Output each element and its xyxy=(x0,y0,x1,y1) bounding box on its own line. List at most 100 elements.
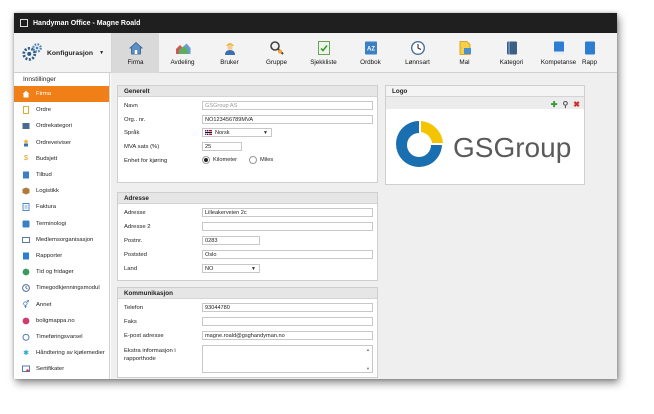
sidebar-item-ordrekategori[interactable]: Ordrekategori xyxy=(14,118,109,134)
radio-selected-icon xyxy=(202,156,210,164)
sidebar-item-label: Tid og fridager xyxy=(36,269,74,276)
norway-flag-icon xyxy=(205,130,212,135)
tab-avdeling[interactable]: Avdeling xyxy=(159,33,206,73)
language-select[interactable]: Norsk ▼ xyxy=(202,128,272,137)
tab-gruppe[interactable]: Gruppe xyxy=(253,33,300,73)
tab-ordbok[interactable]: AZ Ordbok xyxy=(347,33,394,73)
configuration-label: Konfigurasjon xyxy=(47,49,94,57)
sidebar-item-medlemsorganisasjon[interactable]: Medlemsorganisasjon xyxy=(14,232,109,248)
snowflake-icon: ✱ xyxy=(23,349,29,357)
blue-book-icon xyxy=(553,41,564,55)
radio-label: Miles xyxy=(260,157,274,163)
sidebar-item-label: Timegodkjenningsmodul xyxy=(36,285,100,292)
app-icon xyxy=(20,19,28,27)
kilometer-radio[interactable]: Kilometer xyxy=(202,156,237,164)
panel-title: Adresse xyxy=(118,193,377,204)
email-input[interactable]: magne.roald@gsghandyman.no xyxy=(202,331,373,340)
worker-icon xyxy=(224,43,235,55)
sidebar-item-faktura[interactable]: Faktura xyxy=(14,199,109,215)
tab-kategori[interactable]: Kategori xyxy=(488,33,535,73)
city-input[interactable]: Oslo xyxy=(202,250,373,259)
org-number-input[interactable]: NO123456789MVA xyxy=(202,115,373,124)
field-label: Enhet for kjøring xyxy=(124,158,168,164)
phone-input[interactable]: 93044780 xyxy=(202,303,373,312)
field-label: Adresse 2 xyxy=(124,224,151,230)
tab-sjekkliste[interactable]: Sjekkliste xyxy=(300,33,347,73)
sidebar-item-ordreveiviser[interactable]: Ordreveiviser xyxy=(14,135,109,151)
fax-input[interactable] xyxy=(202,317,373,326)
tab-kompetanse[interactable]: Kompetanse xyxy=(535,33,582,73)
address2-input[interactable] xyxy=(202,222,373,231)
search-icon[interactable]: ⚲ xyxy=(562,100,568,109)
sidebar-item-tid-og-fridager[interactable]: Tid og fridager xyxy=(14,264,109,280)
company-name-input[interactable]: GSGroup AS xyxy=(202,101,373,110)
tab-label: Ordbok xyxy=(360,59,381,66)
miles-radio[interactable]: Miles xyxy=(249,156,273,164)
tab-lonnsart[interactable]: Lønnsart xyxy=(394,33,441,73)
invoice-icon xyxy=(22,203,30,212)
sidebar-item-budsjett[interactable]: $ Budsjett xyxy=(14,151,109,167)
logo-wordmark: GSGroup xyxy=(453,132,571,163)
tab-label: Kompetanse xyxy=(540,59,577,66)
membership-icon xyxy=(22,236,30,244)
tab-label: Kategori xyxy=(499,59,524,66)
sidebar-item-label: Ordreveiviser xyxy=(36,139,72,146)
category-icon xyxy=(22,122,30,130)
logo-panel: Logo ✚ ⚲ ✖ GSGroup xyxy=(385,85,585,185)
delete-icon[interactable]: ✖ xyxy=(573,100,580,109)
sidebar-item-tilbud[interactable]: Tilbud xyxy=(14,167,109,183)
scroll-up-icon[interactable]: ▲ xyxy=(366,347,370,352)
sidebar-item-sertifikater[interactable]: Sertifikater xyxy=(14,361,109,377)
extra-info-textarea[interactable]: ▲ ▼ xyxy=(202,345,373,373)
sidebar-item-label: Ordrekategori xyxy=(36,123,73,130)
sidebar-item-label: Sertifikater xyxy=(36,366,65,373)
tab-label: Firma xyxy=(127,59,144,66)
wizard-icon xyxy=(22,139,30,147)
tab-firma[interactable]: Firma xyxy=(112,33,159,73)
sidebar-item-boligmappa[interactable]: boligmappa.no xyxy=(14,313,109,329)
tab-label: Mal xyxy=(459,59,470,66)
sidebar-item-kjolemedier[interactable]: ✱ Håndtering av kjølemedier xyxy=(14,345,109,361)
calendar-icon xyxy=(22,268,30,276)
chevron-down-icon: ▼ xyxy=(251,266,256,272)
boligmappa-icon xyxy=(22,317,30,325)
generelt-panel: Generelt Navn GSGroup AS Org.. nr. NO123… xyxy=(117,85,378,183)
add-icon[interactable]: ✚ xyxy=(551,100,558,109)
sidebar-item-terminologi[interactable]: Terminologi xyxy=(14,216,109,232)
tab-label: Lønnsart xyxy=(405,59,430,66)
checklist-icon xyxy=(317,41,330,55)
tab-rapp[interactable]: Rapp xyxy=(582,33,602,73)
house-icon xyxy=(128,41,143,55)
sidebar-item-ordre[interactable]: Ordre xyxy=(14,102,109,118)
houses-icon xyxy=(175,43,190,54)
settings-sidebar: Innstillinger Firma Ordre Ordrekategori … xyxy=(14,73,110,379)
vat-rate-input[interactable]: 25 xyxy=(202,142,242,151)
postal-code-input[interactable]: 0283 xyxy=(202,236,260,245)
toolbar: Konfigurasjon ▼ Firma Avdeling Bruker Gr… xyxy=(14,33,617,73)
tab-mal[interactable]: Mal xyxy=(441,33,488,73)
gears-icon xyxy=(22,43,42,61)
budget-icon: $ xyxy=(24,155,28,163)
sidebar-item-annet[interactable]: ⚥ Annet xyxy=(14,296,109,312)
sidebar-item-logistikk[interactable]: Logistikk xyxy=(14,183,109,199)
panel-title: Kommunikasjon xyxy=(118,288,377,299)
dictionary-icon: AZ xyxy=(364,41,377,55)
sidebar-item-timeforingsvarsel[interactable]: Timeføringsvarsel xyxy=(14,329,109,345)
country-select[interactable]: NO ▼ xyxy=(202,264,260,273)
sidebar-item-firma[interactable]: Firma xyxy=(14,86,109,103)
field-label: E-post adresse xyxy=(124,333,164,339)
field-label: Poststed xyxy=(124,252,147,258)
country-value: NO xyxy=(205,265,214,272)
report-icon xyxy=(585,41,595,55)
book-icon xyxy=(506,41,517,55)
tab-bruker[interactable]: Bruker xyxy=(206,33,253,73)
address-input[interactable]: Lilleakerveien 2c xyxy=(202,208,373,217)
sidebar-item-timegodkjenningsmodul[interactable]: Timegodkjenningsmodul xyxy=(14,280,109,296)
svg-text:AZ: AZ xyxy=(367,47,375,53)
tab-label: Avdeling xyxy=(170,59,195,66)
scroll-down-icon[interactable]: ▼ xyxy=(366,366,370,371)
sidebar-item-label: Budsjett xyxy=(36,155,58,162)
sidebar-item-rapporter[interactable]: Rapporter xyxy=(14,248,109,264)
configuration-menu-button[interactable]: Konfigurasjon ▼ xyxy=(14,33,112,73)
tab-label: Sjekkliste xyxy=(310,59,337,66)
